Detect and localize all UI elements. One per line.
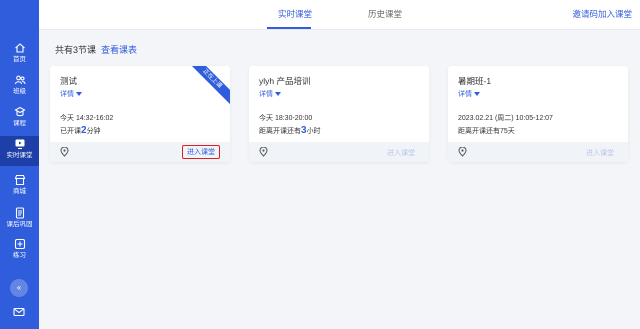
class-status: 已开课2分钟 xyxy=(60,125,101,136)
sidebar-item-review[interactable]: 课后巩固 xyxy=(0,205,39,235)
sidebar-item-practice[interactable]: 练习 xyxy=(0,236,39,266)
details-label: 详情 xyxy=(60,91,74,98)
card-footer: 进入课堂 xyxy=(448,142,628,162)
enter-class-button[interactable]: 进入课堂 xyxy=(383,146,419,160)
class-name: 暑期班-1 xyxy=(458,76,492,86)
home-icon xyxy=(14,43,25,53)
card-footer: 进入课堂 xyxy=(249,142,429,162)
sidebar-item-label: 班级 xyxy=(13,88,26,95)
course-icon xyxy=(13,106,26,117)
live-class-icon xyxy=(15,139,24,150)
status-prefix: 距离开课还有75天 xyxy=(458,128,515,135)
sidebar-item-shop[interactable]: 商城 xyxy=(0,172,39,202)
class-card: 暑期班-1 详情 2023.02.21 (周二) 10:05-12:07 距离开… xyxy=(448,66,628,162)
details-label: 详情 xyxy=(259,91,273,98)
sidebar: 首页 班级 课程 实时课堂 商城 课后巩固 练习 « xyxy=(0,0,39,329)
class-card: 测试 详情 今天 14:32-16:02 已开课2分钟 正在上课 进入课堂 xyxy=(50,66,230,162)
practice-icon xyxy=(14,238,25,250)
details-label: 详情 xyxy=(458,91,472,98)
enter-class-button[interactable]: 进入课堂 xyxy=(182,145,220,159)
class-time: 2023.02.21 (周二) 10:05-12:07 xyxy=(458,115,553,122)
status-prefix: 已开课 xyxy=(60,128,81,135)
class-time: 今天 14:32-16:02 xyxy=(60,115,114,122)
sidebar-item-course[interactable]: 课程 xyxy=(0,104,39,134)
live-badge-label: 正在上课 xyxy=(190,66,230,106)
caret-down-icon xyxy=(275,92,281,97)
enter-class-button[interactable]: 进入课堂 xyxy=(582,146,618,160)
sidebar-item-live-class[interactable]: 实时课堂 xyxy=(0,136,39,166)
sidebar-item-label: 商城 xyxy=(13,188,26,195)
card-footer: 进入课堂 xyxy=(50,142,230,162)
details-dropdown[interactable]: 详情 xyxy=(259,89,281,99)
mail-icon[interactable] xyxy=(13,306,25,318)
course-count-title: 共有3节课 xyxy=(55,45,97,55)
sidebar-item-label: 首页 xyxy=(13,56,26,63)
location-pin-icon xyxy=(259,147,268,157)
sidebar-item-class[interactable]: 班级 xyxy=(0,72,39,102)
active-tab-indicator xyxy=(267,27,311,29)
review-icon xyxy=(15,207,24,219)
sidebar-item-label: 实时课堂 xyxy=(6,152,33,159)
class-name: ylyh 产品培训 xyxy=(259,76,311,86)
top-bar: 实时课堂 历史课堂 邀请码加入课堂 xyxy=(39,0,640,30)
details-dropdown[interactable]: 详情 xyxy=(60,89,82,99)
sidebar-item-home[interactable]: 首页 xyxy=(0,40,39,70)
caret-down-icon xyxy=(76,92,82,97)
class-name: 测试 xyxy=(60,76,78,86)
location-pin-icon xyxy=(60,147,69,157)
sidebar-item-label: 课程 xyxy=(13,120,26,127)
tab-history-class[interactable]: 历史课堂 xyxy=(368,8,402,20)
live-badge: 正在上课 xyxy=(190,66,230,106)
shop-icon xyxy=(14,174,25,186)
class-icon xyxy=(14,75,26,85)
class-status: 距离开课还有75天 xyxy=(458,125,515,136)
class-card: ylyh 产品培训 详情 今天 18:30-20:00 距离开课还有3小时 进入… xyxy=(249,66,429,162)
location-pin-icon xyxy=(458,147,467,157)
sidebar-item-label: 练习 xyxy=(13,252,26,259)
status-suffix: 分钟 xyxy=(86,128,101,135)
class-time: 今天 18:30-20:00 xyxy=(259,115,313,122)
tab-live-class[interactable]: 实时课堂 xyxy=(278,8,312,20)
class-status: 距离开课还有3小时 xyxy=(259,125,321,136)
caret-down-icon xyxy=(474,92,480,97)
sidebar-item-label: 课后巩固 xyxy=(6,221,33,228)
status-suffix: 小时 xyxy=(306,128,321,135)
invite-code-join-link[interactable]: 邀请码加入课堂 xyxy=(572,8,632,20)
status-prefix: 距离开课还有 xyxy=(259,128,301,135)
details-dropdown[interactable]: 详情 xyxy=(458,89,480,99)
view-schedule-link[interactable]: 查看课表 xyxy=(101,43,137,56)
collapse-sidebar-button[interactable]: « xyxy=(10,279,28,297)
